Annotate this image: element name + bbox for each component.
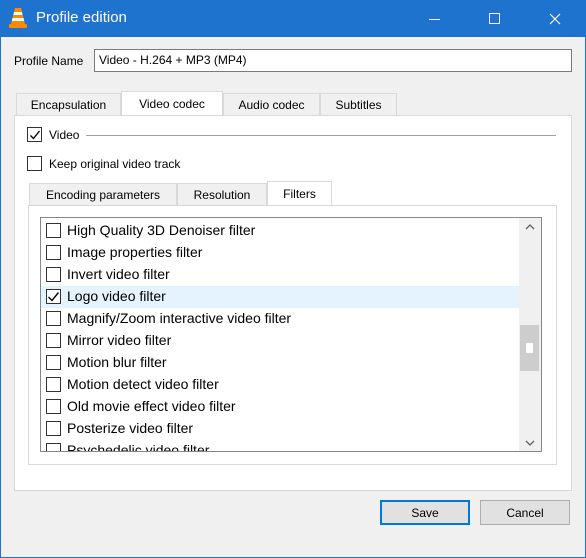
filter-checkbox[interactable]	[46, 443, 61, 451]
list-item[interactable]: Mirror video filter	[41, 330, 520, 352]
profile-name-input[interactable]: Video - H.264 + MP3 (MP4)	[94, 49, 572, 72]
filter-label: Mirror video filter	[67, 332, 172, 348]
tab-filters[interactable]: Filters	[267, 181, 332, 205]
profile-name-label: Profile Name	[14, 54, 84, 68]
filter-label: Motion detect video filter	[67, 376, 219, 392]
list-item[interactable]: Psychedelic video filter	[41, 440, 520, 452]
filter-label: Motion blur filter	[67, 354, 167, 370]
filter-checkbox[interactable]	[46, 267, 61, 282]
list-item[interactable]: High Quality 3D Denoiser filter	[41, 220, 520, 242]
list-item[interactable]: Motion blur filter	[41, 352, 520, 374]
tab-audio-codec[interactable]: Audio codec	[223, 93, 320, 115]
tab-resolution[interactable]: Resolution	[177, 183, 267, 205]
filter-label: Old movie effect video filter	[67, 398, 236, 414]
tab-label: Video codec	[139, 96, 205, 111]
checkmark-icon	[30, 130, 41, 140]
list-item-selected[interactable]: Logo video filter	[41, 286, 520, 308]
video-checkbox[interactable]	[27, 127, 42, 142]
filter-label: Image properties filter	[67, 244, 203, 260]
minimize-button[interactable]	[412, 0, 458, 37]
filter-checkbox[interactable]	[46, 333, 61, 348]
filters-list[interactable]: High Quality 3D Denoiser filter Image pr…	[40, 217, 542, 452]
filter-label: High Quality 3D Denoiser filter	[67, 222, 256, 238]
filter-label: Psychedelic video filter	[67, 442, 210, 452]
tab-encoding-parameters[interactable]: Encoding parameters	[29, 183, 177, 205]
scroll-up-button[interactable]	[519, 218, 541, 235]
filter-checkbox[interactable]	[46, 223, 61, 238]
keep-original-track-checkbox[interactable]	[27, 156, 42, 171]
filter-label: Logo video filter	[67, 288, 166, 304]
tab-video-codec[interactable]: Video codec	[121, 91, 223, 115]
list-item[interactable]: Posterize video filter	[41, 418, 520, 440]
video-checkbox-label: Video	[49, 128, 80, 142]
scroll-down-button[interactable]	[519, 434, 541, 451]
cancel-button[interactable]: Cancel	[480, 500, 570, 525]
save-button-label: Save	[411, 505, 439, 520]
close-button[interactable]	[532, 0, 578, 37]
section-divider	[86, 135, 556, 136]
close-icon	[549, 13, 561, 24]
list-item[interactable]: Motion detect video filter	[41, 374, 520, 396]
tab-encapsulation[interactable]: Encapsulation	[16, 93, 121, 115]
cancel-button-label: Cancel	[506, 505, 544, 520]
list-item[interactable]: Magnify/Zoom interactive video filter	[41, 308, 520, 330]
list-item[interactable]: Old movie effect video filter	[41, 396, 520, 418]
save-button[interactable]: Save	[380, 500, 470, 525]
minimize-icon	[429, 18, 440, 20]
title-bar: Profile edition	[0, 0, 586, 37]
filter-checkbox[interactable]	[46, 421, 61, 436]
filter-checkbox[interactable]	[46, 245, 61, 260]
filter-checkbox[interactable]	[46, 311, 61, 326]
tab-label: Filters	[283, 186, 316, 201]
checkmark-icon	[48, 292, 60, 302]
filters-scrollbar[interactable]	[519, 218, 541, 451]
tab-label: Encoding parameters	[45, 187, 161, 202]
filter-label: Invert video filter	[67, 266, 170, 282]
tab-label: Resolution	[193, 187, 251, 202]
keep-original-track-label: Keep original video track	[49, 157, 181, 171]
list-item[interactable]: Image properties filter	[41, 242, 520, 264]
filter-checkbox[interactable]	[46, 399, 61, 414]
chevron-down-icon	[525, 440, 535, 446]
chevron-up-icon	[525, 223, 535, 229]
vlc-cone-icon	[8, 7, 28, 29]
tab-label: Encapsulation	[30, 97, 107, 112]
maximize-icon	[489, 12, 500, 24]
window-title: Profile edition	[36, 9, 127, 26]
tab-label: Subtitles	[335, 97, 382, 112]
scrollbar-thumb[interactable]	[520, 325, 539, 371]
tab-label: Audio codec	[238, 97, 305, 112]
thumb-grip	[525, 342, 534, 354]
tab-subtitles[interactable]: Subtitles	[320, 93, 397, 115]
filter-label: Magnify/Zoom interactive video filter	[67, 310, 292, 326]
filter-label: Posterize video filter	[67, 420, 194, 436]
maximize-button[interactable]	[472, 0, 518, 37]
list-item[interactable]: Invert video filter	[41, 264, 520, 286]
filter-checkbox[interactable]	[46, 289, 61, 304]
filter-checkbox[interactable]	[46, 355, 61, 370]
filter-checkbox[interactable]	[46, 377, 61, 392]
